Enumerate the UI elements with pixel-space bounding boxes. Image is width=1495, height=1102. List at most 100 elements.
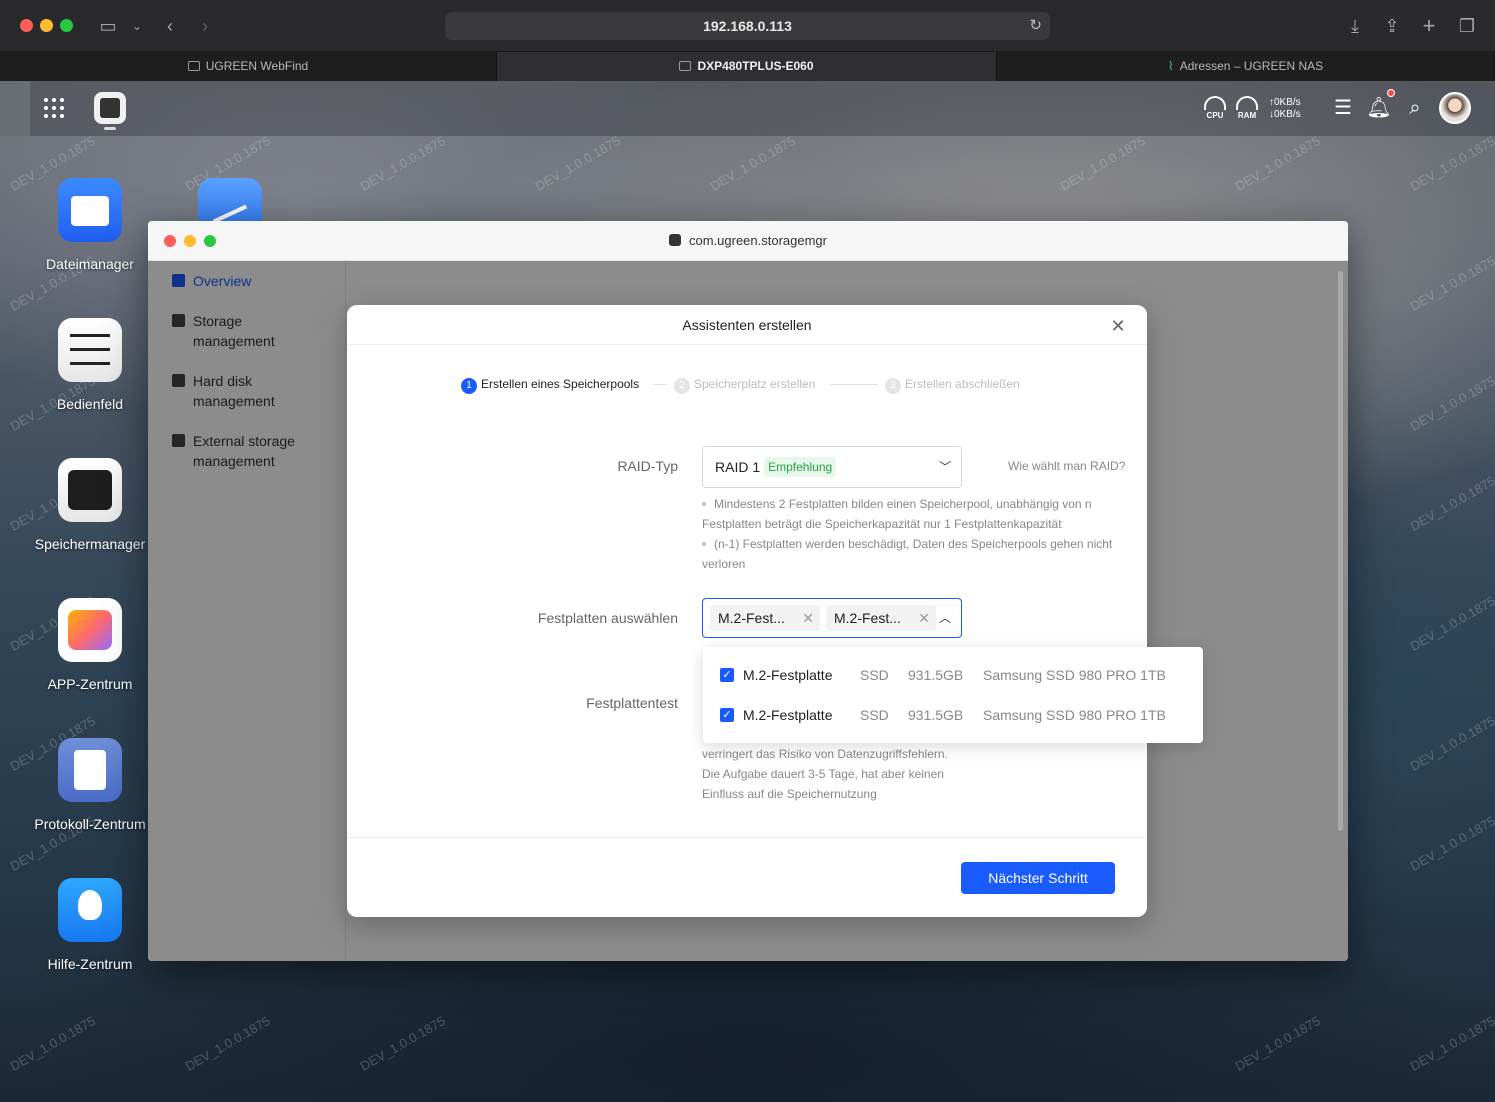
page-icon: [679, 61, 692, 71]
bell-icon[interactable]: 🔔︎: [1366, 95, 1392, 121]
network-speed[interactable]: ↑0KB/s ↓0KB/s: [1269, 97, 1301, 121]
log-center-icon[interactable]: [58, 738, 122, 802]
watermark: DEV_1.0.0.1875: [1232, 1013, 1323, 1074]
checkbox-checked-icon[interactable]: ✓: [720, 668, 734, 682]
reload-icon[interactable]: ↻: [1029, 12, 1042, 40]
tab-adressen[interactable]: ⌇ Adressen – UGREEN NAS: [997, 52, 1495, 81]
nas-top-bar: CPU RAM ↑0KB/s ↓0KB/s ☰ 🔔︎ ⌕: [0, 81, 1495, 136]
cpu-gauge-icon: [1204, 96, 1226, 110]
tab-ugreen-webfind[interactable]: UGREEN WebFind: [0, 52, 497, 81]
raid-description-text: (n-1) Festplatten werden beschädigt, Dat…: [702, 537, 1113, 571]
watermark: DEV_1.0.0.1875: [707, 133, 798, 194]
back-icon[interactable]: ‹: [158, 14, 182, 38]
step-2: 2 Speicherplatz erstellen: [674, 376, 815, 394]
watermark: DEV_1.0.0.1875: [357, 133, 448, 194]
sliders-icon: [70, 334, 110, 366]
app-blocks-icon: [68, 610, 112, 650]
tab-label: UGREEN WebFind: [205, 59, 309, 73]
zoom-window-button[interactable]: [60, 19, 73, 32]
step-3: 3 Erstellen abschließen: [885, 376, 1020, 394]
bullet-icon: [702, 502, 706, 506]
help-center-icon[interactable]: [58, 878, 122, 942]
address-text: 192.168.0.113: [703, 18, 792, 34]
app-center-icon[interactable]: [58, 598, 122, 662]
close-icon[interactable]: ✕: [1107, 315, 1129, 337]
sidebar-toggle-icon[interactable]: ▭: [96, 14, 120, 38]
step-label: Erstellen abschließen: [905, 377, 1020, 391]
raid-type-select[interactable]: RAID 1 Empfehlung ﹀: [702, 446, 962, 488]
tab-overview-icon[interactable]: ❐: [1455, 14, 1479, 38]
step-label: Erstellen eines Speicherpools: [481, 377, 640, 391]
minimize-window-button[interactable]: [184, 235, 196, 247]
raid-description-2: (n-1) Festplatten werden beschädigt, Dat…: [702, 534, 1122, 574]
file-manager-icon[interactable]: [58, 178, 122, 242]
minimize-window-button[interactable]: [40, 19, 53, 32]
active-indicator: [104, 127, 116, 130]
disk-rack-icon: [68, 470, 112, 510]
upload-speed: ↑0KB/s: [1269, 97, 1301, 108]
chip-label: M.2-Fest...: [718, 610, 785, 626]
share-icon[interactable]: ⇪: [1380, 14, 1404, 38]
storage-manager-taskbar-icon[interactable]: [94, 92, 126, 124]
raid-help-link[interactable]: Wie wählt man RAID?: [1008, 459, 1125, 473]
disk-name: M.2-Festplatte: [743, 667, 833, 683]
tab-label: DXP480TPLUS-E060: [697, 59, 814, 73]
control-panel-icon[interactable]: [58, 318, 122, 382]
search-icon[interactable]: ⌕: [1402, 95, 1428, 121]
dialog-header: Assistenten erstellen ✕: [347, 305, 1147, 345]
watermark: DEV_1.0.0.1875: [532, 133, 623, 194]
cpu-monitor[interactable]: CPU: [1204, 96, 1226, 120]
step-1: 1 Erstellen eines Speicherpools: [461, 376, 639, 394]
address-bar[interactable]: 192.168.0.113 ↻: [445, 12, 1050, 40]
tab-bar: UGREEN WebFind DXP480TPLUS-E060 ⌇ Adresse…: [0, 52, 1495, 81]
app-grid-icon[interactable]: [44, 98, 64, 118]
disk-test-label: Festplattentest: [586, 695, 678, 711]
recommendation-badge: Empfehlung: [764, 457, 837, 477]
create-wizard-dialog: Assistenten erstellen ✕ 1 Erstellen eines…: [347, 305, 1147, 917]
watermark: DEV_1.0.0.1875: [1407, 473, 1495, 534]
footer-divider: [347, 837, 1147, 838]
ram-monitor[interactable]: RAM: [1236, 96, 1258, 120]
close-window-button[interactable]: [20, 19, 33, 32]
disk-option[interactable]: ✓ M.2-Festplatte SSD 931.5GB Samsung SSD…: [703, 655, 1203, 695]
zoom-window-button[interactable]: [204, 235, 216, 247]
download-speed: ↓0KB/s: [1269, 109, 1301, 120]
disk-multi-select[interactable]: M.2-Fest... ✕ M.2-Fest... ✕ ︿: [702, 598, 962, 638]
left-strip: [0, 81, 30, 136]
download-icon[interactable]: ⤓: [1343, 14, 1367, 38]
page-icon: [187, 61, 200, 71]
task-list-icon[interactable]: ☰: [1330, 95, 1356, 121]
disk-type: SSD: [860, 707, 889, 723]
cpu-label: CPU: [1206, 111, 1224, 120]
scrollbar[interactable]: [1338, 271, 1343, 831]
select-disks-label: Festplatten auswählen: [537, 610, 678, 626]
step-divider: [830, 384, 878, 385]
selected-disk-chip: M.2-Fest... ✕: [826, 605, 936, 631]
watermark: DEV_1.0.0.1875: [182, 1013, 273, 1074]
disk-option[interactable]: ✓ M.2-Festplatte SSD 931.5GB Samsung SSD…: [703, 695, 1203, 735]
notebook-icon: [74, 750, 106, 790]
disk-name: M.2-Festplatte: [743, 707, 833, 723]
chevron-down-icon[interactable]: ⌄: [125, 14, 149, 38]
checkbox-checked-icon[interactable]: ✓: [720, 708, 734, 722]
window-title-bar[interactable]: com.ugreen.storagemgr: [148, 221, 1348, 261]
new-tab-icon[interactable]: +: [1417, 14, 1441, 38]
remove-chip-icon[interactable]: ✕: [802, 605, 814, 631]
raid-description-text: Mindestens 2 Festplatten bilden einen Sp…: [702, 497, 1092, 531]
storage-manager-icon[interactable]: [58, 458, 122, 522]
disk-test-description: verringert das Risiko von Datenzugriffsf…: [702, 747, 948, 801]
raid-description-1: Mindestens 2 Festplatten bilden einen Sp…: [702, 494, 1122, 534]
forward-icon[interactable]: ›: [193, 14, 217, 38]
remove-chip-icon[interactable]: ✕: [918, 605, 930, 631]
tab-dxp480tplus[interactable]: DXP480TPLUS-E060: [497, 52, 997, 81]
window-title: com.ugreen.storagemgr: [688, 233, 827, 248]
step-label: Speicherplatz erstellen: [694, 377, 816, 391]
close-window-button[interactable]: [164, 235, 176, 247]
chevron-up-icon: ︿: [938, 611, 951, 625]
watermark: DEV_1.0.0.1875: [1407, 1013, 1495, 1074]
avatar[interactable]: [1439, 92, 1471, 124]
disk-size: 931.5GB: [908, 707, 964, 723]
ram-label: RAM: [1237, 111, 1257, 120]
next-step-button[interactable]: Nächster Schritt: [961, 862, 1115, 894]
chevron-down-icon: ﹀: [938, 460, 951, 474]
